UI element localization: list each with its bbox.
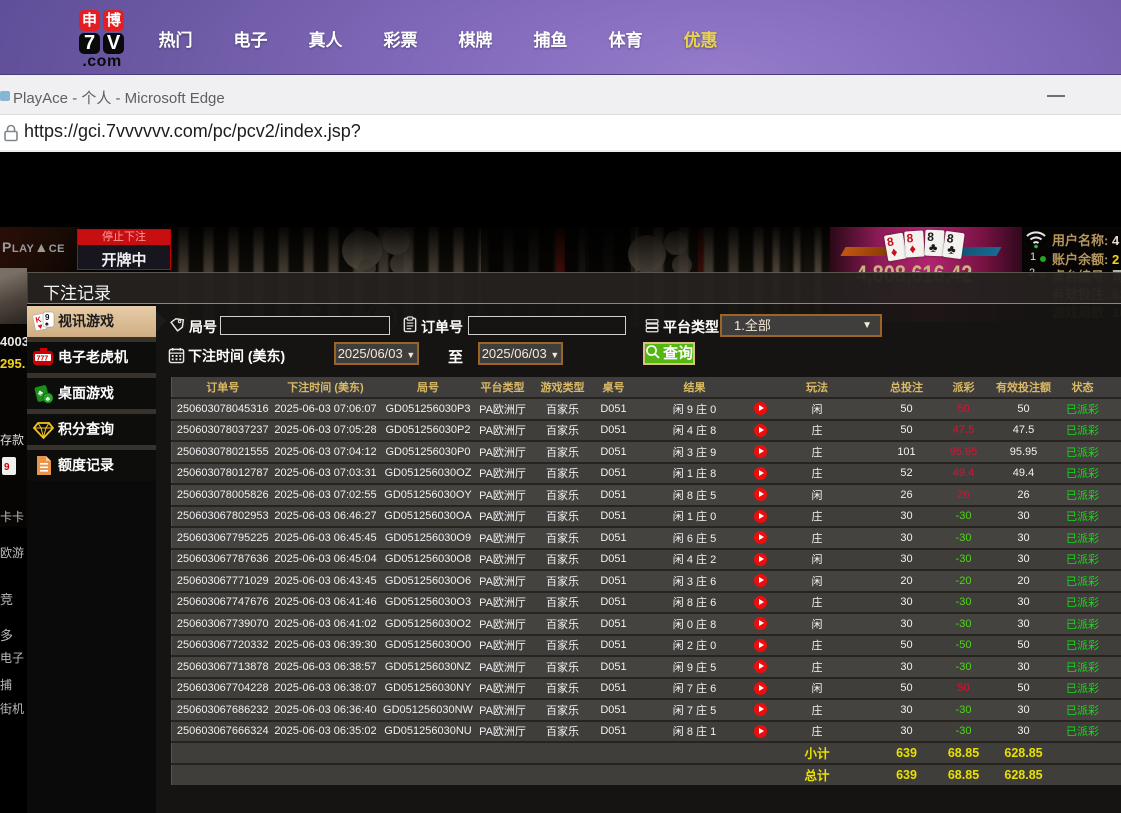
svg-text:♣: ♣ — [46, 396, 51, 403]
svg-text:777: 777 — [37, 356, 49, 363]
svg-text:♠: ♠ — [45, 321, 49, 328]
